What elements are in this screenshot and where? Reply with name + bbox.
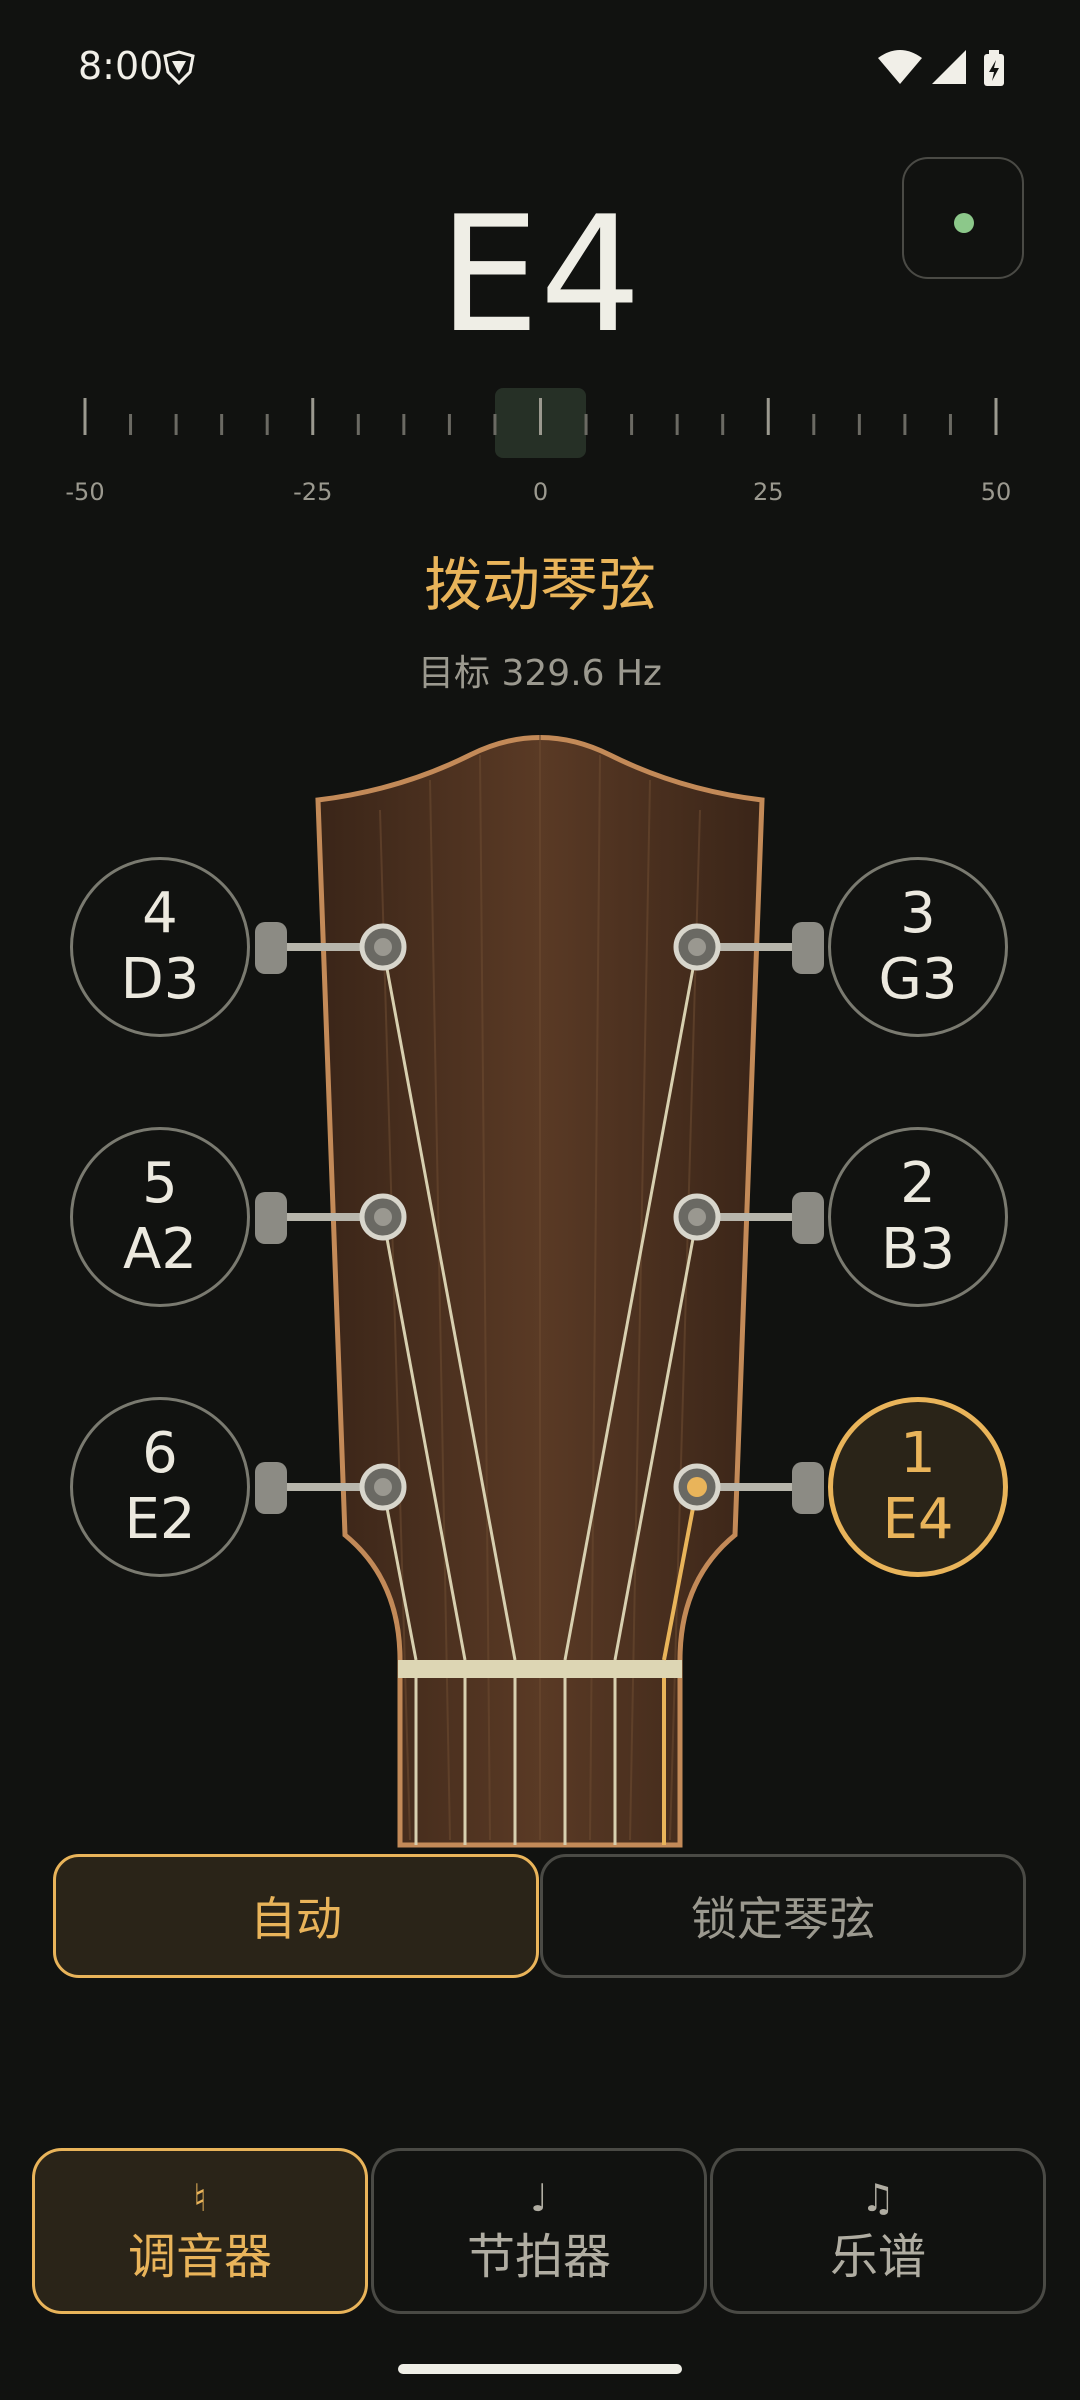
string-number: 3 (900, 881, 936, 946)
nav-label: 节拍器 (466, 2229, 611, 2285)
string-button-6[interactable]: 6 E2 (70, 1397, 250, 1577)
auto-mode-button[interactable]: 自动 (53, 1854, 539, 1978)
wifi-icon (878, 50, 922, 84)
string-number: 2 (900, 1151, 936, 1216)
target-frequency: 目标 329.6 Hz (418, 653, 662, 694)
settings-button[interactable] (902, 157, 1024, 279)
string-note: G3 (878, 947, 958, 1012)
string-note: E2 (124, 1487, 196, 1552)
nav-tuner[interactable]: ♮ 调音器 (32, 2148, 368, 2314)
beamed-notes-icon: ♫ (860, 2176, 896, 2220)
signal-icon (932, 50, 966, 84)
string-number: 4 (142, 881, 178, 946)
string-note: E4 (882, 1487, 954, 1552)
string-number: 1 (900, 1421, 936, 1486)
scale-tick-label: 50 (980, 478, 1012, 506)
string-button-3[interactable]: 3 G3 (828, 857, 1008, 1037)
scale-tick-label: -50 (65, 478, 105, 506)
home-indicator[interactable] (398, 2364, 682, 2374)
status-indicator-dot (954, 213, 974, 233)
nav-sheet-music[interactable]: ♫ 乐谱 (710, 2148, 1046, 2314)
instruction-text: 拨动琴弦 (423, 551, 656, 619)
nav-metronome[interactable]: ♩ 节拍器 (371, 2148, 707, 2314)
string-button-1[interactable]: 1 E4 (828, 1397, 1008, 1577)
string-button-2[interactable]: 2 B3 (828, 1127, 1008, 1307)
scale-tick-label: 25 (752, 478, 784, 506)
lock-string-button[interactable]: 锁定琴弦 (540, 1854, 1026, 1978)
scale-tick-label: -25 (293, 478, 333, 506)
string-button-4[interactable]: 4 D3 (70, 857, 250, 1037)
quarter-note-icon: ♩ (530, 2176, 548, 2220)
battery-icon (984, 50, 1004, 86)
string-note: A2 (123, 1217, 197, 1282)
string-note: B3 (880, 1217, 956, 1282)
status-time: 8:00 (78, 44, 164, 88)
nav-label: 乐谱 (829, 2229, 926, 2285)
natural-sign-icon: ♮ (193, 2176, 207, 2220)
string-button-5[interactable]: 5 A2 (70, 1127, 250, 1307)
string-note: D3 (120, 947, 200, 1012)
scale-tick-label: 0 (532, 478, 549, 506)
string-number: 5 (142, 1151, 178, 1216)
vpn-shield-icon (163, 50, 195, 86)
nav-label: 调音器 (127, 2229, 272, 2285)
string-number: 6 (142, 1421, 178, 1486)
status-icons (878, 50, 1004, 86)
